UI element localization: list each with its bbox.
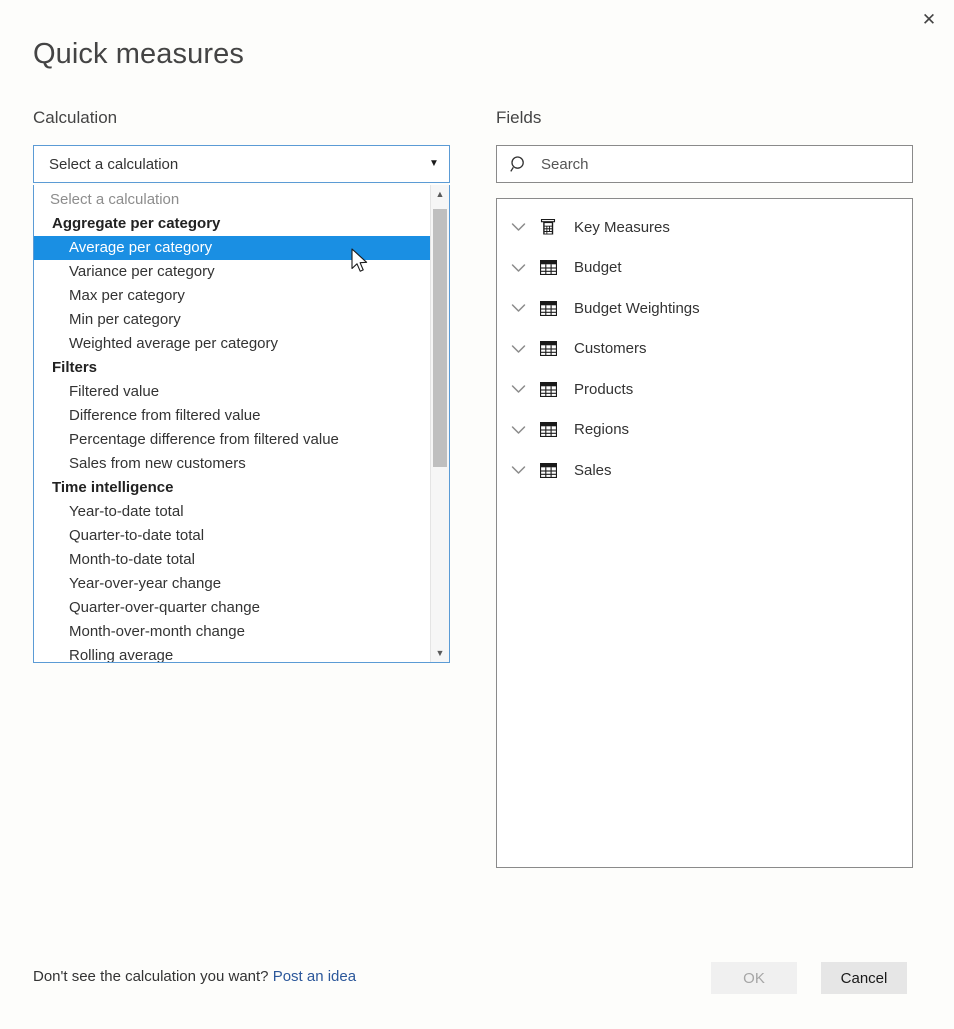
scroll-up-arrow-icon[interactable]: ▲ bbox=[431, 185, 449, 203]
chevron-down-icon: ▼ bbox=[429, 158, 439, 169]
calculation-option[interactable]: Year-over-year change bbox=[34, 572, 430, 596]
calculation-option[interactable]: Sales from new customers bbox=[34, 452, 430, 476]
measures-table-icon bbox=[533, 219, 563, 235]
table-icon bbox=[533, 260, 563, 276]
calculation-combobox[interactable]: Select a calculation ▼ bbox=[33, 145, 450, 183]
scroll-down-arrow-icon[interactable]: ▼ bbox=[431, 644, 449, 662]
calculation-options-container: Select a calculation Aggregate per catego… bbox=[34, 185, 430, 662]
field-table-row[interactable]: Sales bbox=[497, 450, 912, 491]
footer-prompt-text: Don't see the calculation you want? bbox=[33, 968, 269, 985]
calculation-option[interactable]: Month-to-date total bbox=[34, 548, 430, 572]
fields-list-panel[interactable]: Key Measures Budget Budget Weightings Custo… bbox=[496, 198, 913, 868]
field-table-label: Budget bbox=[574, 259, 622, 277]
calculation-option[interactable]: Max per category bbox=[34, 284, 430, 308]
calculation-option[interactable]: Year-to-date total bbox=[34, 500, 430, 524]
calculation-option[interactable]: Weighted average per category bbox=[34, 332, 430, 356]
field-table-label: Customers bbox=[574, 340, 647, 358]
calculation-option[interactable]: Month-over-month change bbox=[34, 620, 430, 644]
scrollbar-thumb[interactable] bbox=[433, 209, 447, 467]
field-table-label: Key Measures bbox=[574, 218, 670, 236]
calculation-option[interactable]: Filtered value bbox=[34, 380, 430, 404]
chevron-down-icon[interactable] bbox=[503, 263, 533, 273]
close-icon[interactable]: ✕ bbox=[912, 2, 946, 36]
page-title: Quick measures bbox=[33, 38, 244, 70]
table-icon bbox=[533, 462, 563, 478]
fields-search-box[interactable] bbox=[496, 145, 913, 183]
cancel-button[interactable]: Cancel bbox=[821, 962, 907, 994]
calculation-section-label: Calculation bbox=[33, 108, 118, 127]
field-table-row[interactable]: Key Measures bbox=[497, 207, 912, 248]
table-icon bbox=[533, 341, 563, 357]
search-input[interactable] bbox=[541, 155, 912, 173]
calculation-option-group: Time intelligence bbox=[52, 479, 174, 496]
chevron-down-icon[interactable] bbox=[503, 303, 533, 313]
calculation-option[interactable]: Difference from filtered value bbox=[34, 404, 430, 428]
chevron-down-icon[interactable] bbox=[503, 344, 533, 354]
chevron-down-icon[interactable] bbox=[503, 384, 533, 394]
field-table-row[interactable]: Budget bbox=[497, 248, 912, 289]
search-icon bbox=[497, 155, 541, 174]
field-table-label: Regions bbox=[574, 421, 630, 439]
calculation-dropdown-list[interactable]: Select a calculation Aggregate per catego… bbox=[33, 185, 450, 663]
calculation-combobox-value: Select a calculation bbox=[49, 155, 179, 173]
table-icon bbox=[533, 381, 563, 397]
table-icon bbox=[533, 300, 563, 316]
field-table-label: Products bbox=[574, 380, 634, 398]
calculation-option[interactable]: Average per category bbox=[34, 236, 430, 260]
calculation-option-group: Filters bbox=[52, 359, 98, 376]
field-table-label: Budget Weightings bbox=[574, 299, 700, 317]
field-table-label: Sales bbox=[574, 461, 612, 479]
dropdown-scrollbar[interactable]: ▲ ▼ bbox=[430, 185, 449, 662]
calculation-option[interactable]: Quarter-over-quarter change bbox=[34, 596, 430, 620]
calculation-option[interactable]: Rolling average bbox=[34, 644, 430, 662]
calculation-option[interactable]: Min per category bbox=[34, 308, 430, 332]
calculation-option[interactable]: Variance per category bbox=[34, 260, 430, 284]
field-table-row[interactable]: Budget Weightings bbox=[497, 288, 912, 329]
calculation-option[interactable]: Quarter-to-date total bbox=[34, 524, 430, 548]
ok-button[interactable]: OK bbox=[711, 962, 797, 994]
footer-prompt: Don't see the calculation you want? Post… bbox=[33, 968, 356, 985]
table-icon bbox=[533, 422, 563, 438]
field-table-row[interactable]: Products bbox=[497, 369, 912, 410]
quick-measures-dialog: ✕ Quick measures Calculation Select a ca… bbox=[0, 0, 954, 1029]
chevron-down-icon[interactable] bbox=[503, 465, 533, 475]
field-table-row[interactable]: Regions bbox=[497, 410, 912, 451]
post-an-idea-link[interactable]: Post an idea bbox=[273, 968, 356, 985]
calculation-option-group: Aggregate per category bbox=[52, 215, 221, 232]
fields-section-label: Fields bbox=[496, 108, 542, 127]
chevron-down-icon[interactable] bbox=[503, 222, 533, 232]
chevron-down-icon[interactable] bbox=[503, 425, 533, 435]
calculation-option[interactable]: Select a calculation bbox=[34, 188, 430, 212]
field-table-row[interactable]: Customers bbox=[497, 329, 912, 370]
calculation-option[interactable]: Percentage difference from filtered valu… bbox=[34, 428, 430, 452]
